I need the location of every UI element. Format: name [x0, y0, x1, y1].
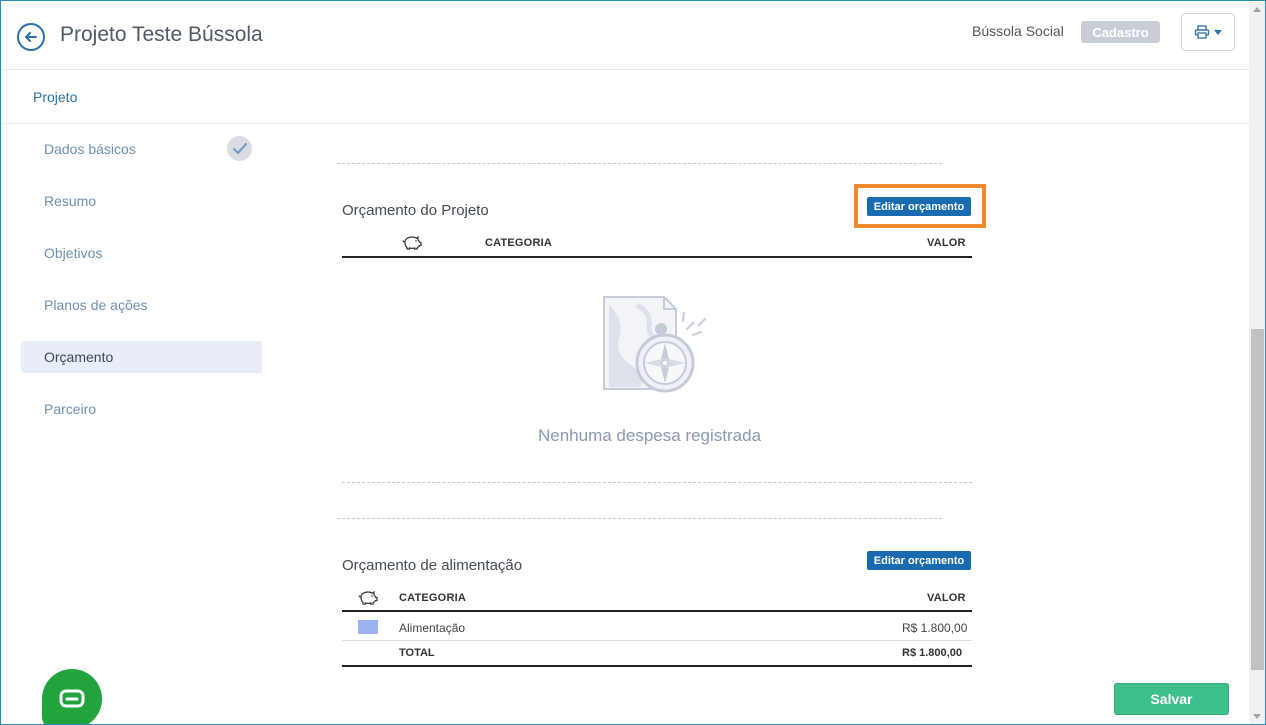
back-button[interactable]: [17, 23, 45, 51]
budget-food-title: Orçamento de alimentação: [342, 557, 523, 574]
total-label: TOTAL: [399, 647, 435, 659]
page-title: Projeto Teste Bússola: [60, 23, 263, 46]
section-divider: [337, 163, 942, 164]
sidebar-item-label: Resumo: [44, 193, 97, 209]
sidebar-item-label: Parceiro: [44, 401, 97, 417]
edit-budget-project-button[interactable]: Editar orçamento: [867, 197, 971, 216]
chat-button[interactable]: [42, 669, 102, 724]
save-button[interactable]: Salvar: [1114, 683, 1229, 715]
piggy-bank-icon: [358, 590, 378, 605]
chevron-down-icon: [1214, 29, 1222, 35]
column-header-category: CATEGORIA: [485, 237, 552, 249]
column-header-value: VALOR: [927, 592, 966, 604]
print-button[interactable]: [1181, 13, 1235, 51]
table-header-rule: [342, 610, 972, 612]
section-divider: [337, 518, 942, 519]
sidebar-nav: Dados básicos Resumo Objetivos Planos de…: [21, 133, 262, 445]
organization-name: Bússola Social: [972, 23, 1064, 39]
subheader: Projeto: [2, 71, 1249, 124]
section-breadcrumb[interactable]: Projeto: [33, 89, 77, 105]
scrollbar-thumb[interactable]: [1251, 329, 1264, 670]
scroll-down-arrow[interactable]: [1253, 714, 1261, 719]
sidebar-item-orcamento[interactable]: Orçamento: [21, 341, 262, 373]
sidebar-item-planos-de-acoes[interactable]: Planos de ações: [21, 289, 262, 321]
arrow-left-icon: [25, 32, 37, 42]
sidebar-item-resumo[interactable]: Resumo: [21, 185, 262, 217]
printer-icon: [1194, 25, 1210, 39]
piggy-bank-icon: [402, 235, 422, 250]
status-badge: Cadastro: [1081, 21, 1160, 43]
app-window: Projeto Teste Bússola Bússola Social Cad…: [0, 0, 1266, 725]
scroll-up-arrow[interactable]: [1253, 7, 1261, 12]
sidebar-item-label: Dados básicos: [44, 141, 136, 157]
table-header-rule: [342, 256, 972, 258]
completed-check: [227, 136, 252, 161]
row-value: R$ 1.800,00: [902, 621, 968, 635]
sidebar-item-label: Objetivos: [44, 245, 103, 261]
sidebar-item-objetivos[interactable]: Objetivos: [21, 237, 262, 269]
table-footer-rule: [342, 665, 972, 667]
row-divider: [342, 640, 972, 641]
section-divider: [342, 482, 972, 483]
header: Projeto Teste Bússola Bússola Social Cad…: [2, 2, 1249, 70]
budget-project-title: Orçamento do Projeto: [342, 202, 489, 219]
empty-state-text: Nenhuma despesa registrada: [538, 426, 762, 445]
sidebar-item-parceiro[interactable]: Parceiro: [21, 393, 262, 425]
sidebar-item-label: Orçamento: [44, 349, 114, 365]
sidebar-item-dados-basicos[interactable]: Dados básicos: [21, 133, 262, 165]
category-color-swatch: [358, 620, 378, 634]
column-header-category: CATEGORIA: [399, 592, 466, 604]
total-value: R$ 1.800,00: [902, 647, 962, 659]
sidebar-item-label: Planos de ações: [44, 297, 148, 313]
compass-map-icon: [603, 296, 706, 393]
check-icon: [232, 142, 247, 154]
edit-budget-food-button[interactable]: Editar orçamento: [867, 551, 971, 570]
column-header-value: VALOR: [927, 237, 966, 249]
chat-icon: [59, 689, 85, 708]
row-category: Alimentação: [399, 621, 466, 635]
